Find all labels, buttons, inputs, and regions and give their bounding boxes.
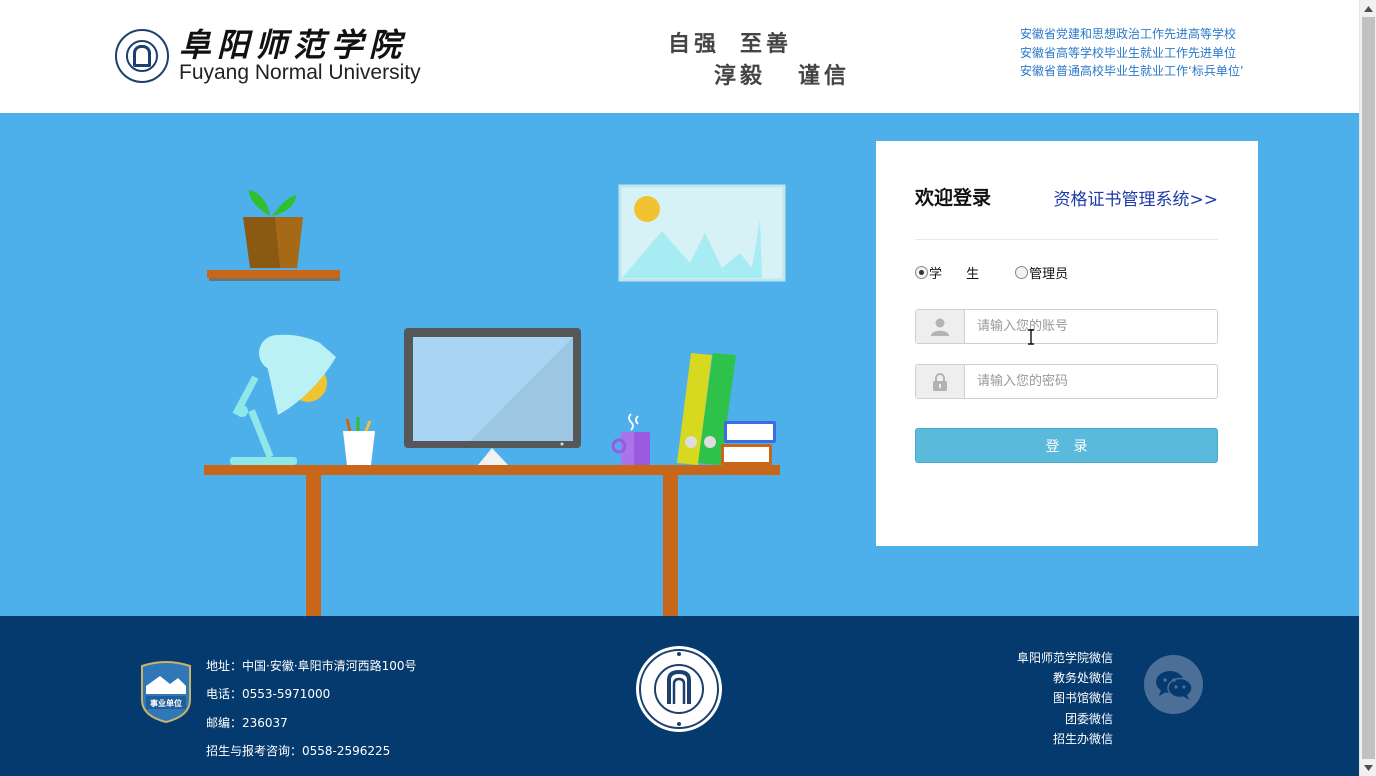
public-institution-badge-icon: 事业单位: [141, 661, 191, 723]
scroll-up-icon[interactable]: [1360, 0, 1376, 17]
motto-word: 至善: [740, 31, 793, 57]
pen-cup-illustration: [343, 417, 375, 465]
monitor-illustration: [404, 328, 581, 465]
site-footer: 事业单位 地址：中国·安徽·阜阳市清河西路100号 电话：0553-597100…: [0, 616, 1359, 776]
login-button[interactable]: 登录: [915, 428, 1218, 463]
wechat-links: 阜阳师范学院微信 教务处微信 图书馆微信 团委微信 招生办微信: [1017, 648, 1113, 749]
role-label-admin[interactable]: 管理员: [1029, 263, 1068, 282]
role-selector: 学 生 管理员: [915, 263, 1068, 282]
wall-picture-illustration: [618, 184, 786, 282]
site-header: 阜阳师范学院 Fuyang Normal University 自强 至善 淳毅 谨…: [0, 0, 1359, 113]
contact-info: 地址：中国·安徽·阜阳市清河西路100号 电话：0553-5971000 邮编：…: [206, 652, 417, 765]
honors-list: 安徽省党建和思想政治工作先进高等学校 安徽省高等学校毕业生就业工作先进单位 安徽…: [1020, 25, 1244, 81]
role-radio-student[interactable]: [915, 266, 928, 279]
admissions-text: 招生与报考咨询：0558-2596225: [206, 743, 391, 758]
logo-english-name: Fuyang Normal University: [179, 61, 421, 84]
login-card: 欢迎登录 资格证书管理系统>> 学 生 管理员 登录: [876, 141, 1258, 546]
desk-illustration-body: [204, 465, 780, 616]
text-cursor-icon: [1028, 329, 1034, 345]
wechat-link[interactable]: 教务处微信: [1017, 668, 1113, 688]
honor-item: 安徽省高等学校毕业生就业工作先进单位: [1020, 45, 1237, 60]
honor-item: 安徽省普通高校毕业生就业工作‘标兵单位’: [1020, 64, 1244, 78]
motto-word: 谨信: [798, 63, 851, 89]
university-logo[interactable]: 阜阳师范学院 Fuyang Normal University: [115, 28, 421, 84]
login-title: 欢迎登录: [915, 187, 992, 209]
certificate-system-link[interactable]: 资格证书管理系统>>: [1054, 185, 1219, 210]
divider: [915, 239, 1218, 240]
username-field: [915, 309, 1218, 344]
books-illustration: [677, 353, 776, 465]
password-input[interactable]: [965, 365, 1217, 398]
wechat-link[interactable]: 招生办微信: [1017, 729, 1113, 749]
plant-shelf-illustration: [207, 190, 340, 281]
badge-label: 事业单位: [150, 698, 182, 708]
postcode-text: 邮编：236037: [206, 715, 288, 730]
lock-icon: [916, 365, 965, 398]
hero-banner: 欢迎登录 资格证书管理系统>> 学 生 管理员 登录: [0, 113, 1359, 616]
logo-text: 阜阳师范学院 Fuyang Normal University: [179, 28, 421, 84]
wechat-link[interactable]: 图书馆微信: [1017, 688, 1113, 708]
username-input[interactable]: [965, 310, 1217, 343]
address-text: 地址：中国·安徽·阜阳市清河西路100号: [206, 659, 417, 673]
role-label-student[interactable]: 学 生: [929, 263, 989, 282]
motto-word: 淳毅: [714, 63, 767, 89]
logo-chinese-name: 阜阳师范学院: [179, 26, 408, 64]
lamp-illustration: [230, 334, 336, 465]
honor-item: 安徽省党建和思想政治工作先进高等学校: [1020, 27, 1237, 41]
mug-illustration: [611, 413, 650, 465]
scrollbar-thumb[interactable]: [1362, 17, 1375, 759]
scroll-down-icon[interactable]: [1360, 759, 1376, 776]
user-icon: [916, 310, 965, 343]
role-radio-admin[interactable]: [1015, 266, 1029, 279]
phone-text: 电话：0553-5971000: [206, 687, 331, 702]
password-field: [915, 364, 1218, 399]
vertical-scrollbar[interactable]: [1359, 0, 1376, 776]
university-seal-icon: [115, 29, 169, 83]
wechat-icon[interactable]: [1144, 655, 1203, 714]
university-seal-large-icon: [636, 646, 722, 732]
wechat-link[interactable]: 阜阳师范学院微信: [1017, 648, 1113, 668]
motto-word: 自强: [668, 31, 721, 57]
wechat-link[interactable]: 团委微信: [1017, 709, 1113, 729]
